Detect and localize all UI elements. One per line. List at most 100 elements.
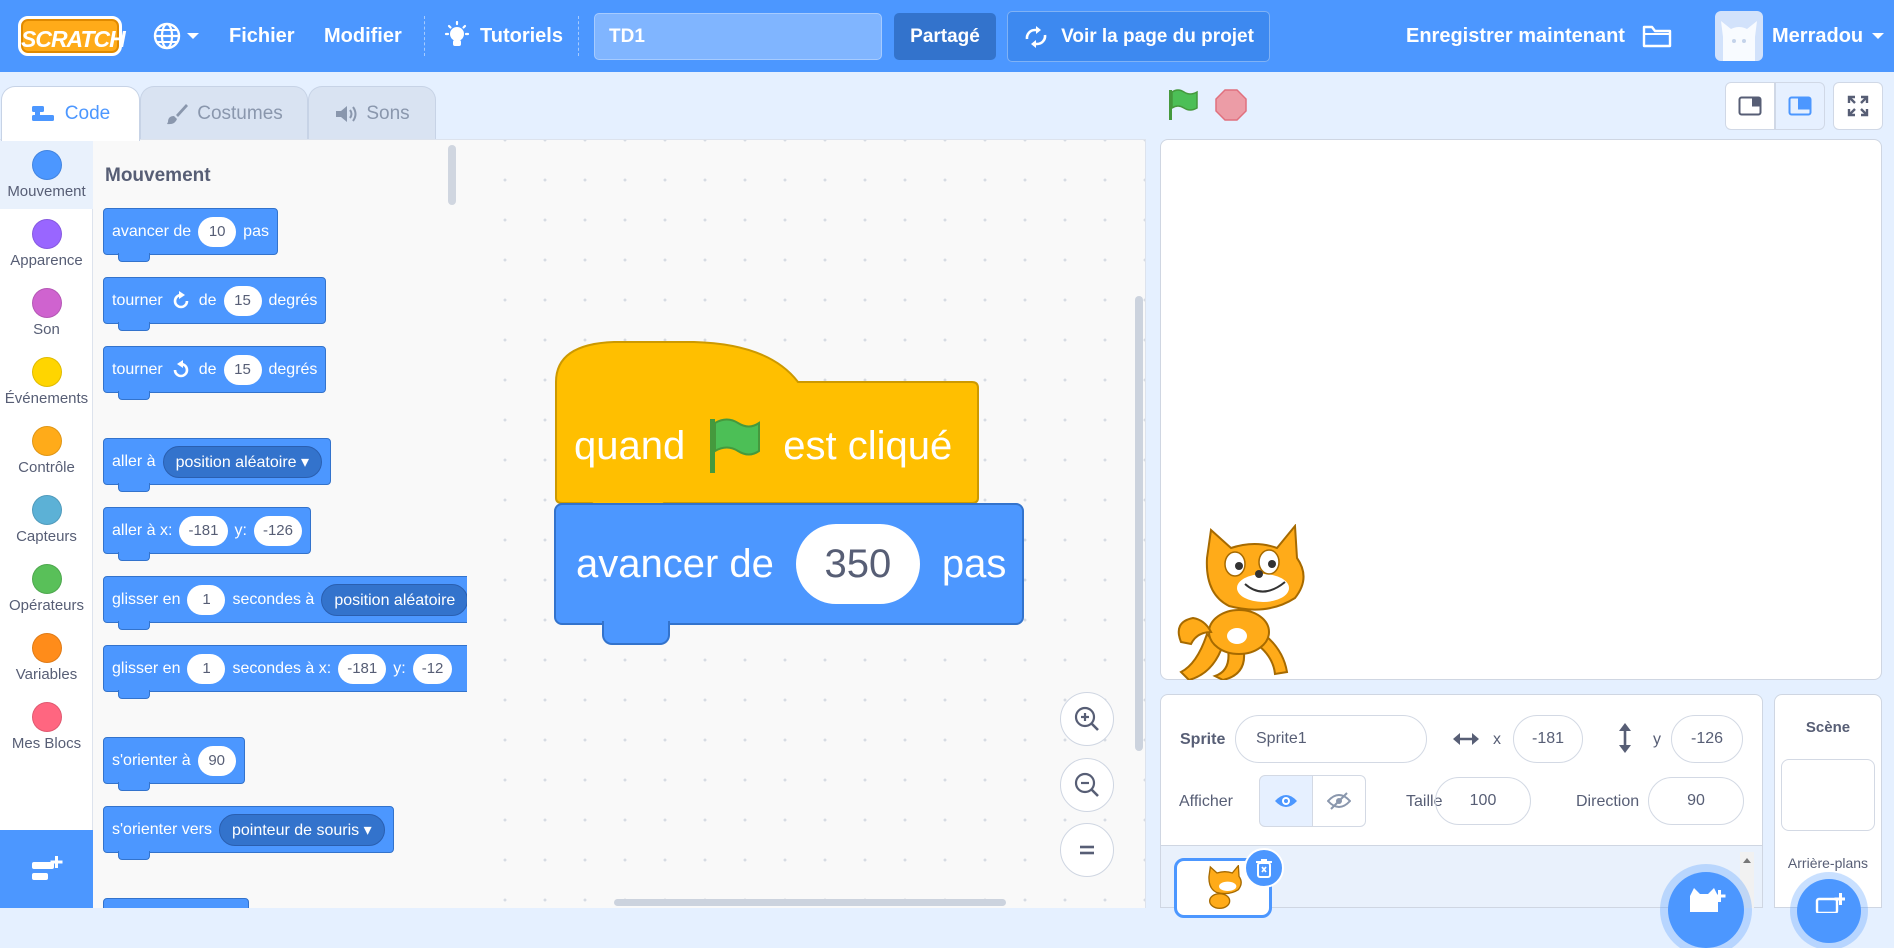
block-turn-right[interactable]: tourner de 15 degrés: [103, 277, 327, 331]
block-dropdown[interactable]: pointeur de souris ▾: [218, 813, 385, 846]
block-number-input[interactable]: 1: [187, 584, 226, 615]
size-input[interactable]: 100: [1435, 777, 1531, 825]
block-palette: Mouvement avancer de 10 pas tourner de 1…: [93, 139, 467, 908]
project-title-input[interactable]: TD1: [594, 13, 882, 60]
category-sensing[interactable]: Capteurs: [0, 485, 93, 554]
category-variables[interactable]: Variables: [0, 623, 93, 692]
dropdown-value: pointeur de souris: [231, 821, 360, 839]
speaker-icon: [336, 105, 357, 122]
chevron-down-icon: [187, 33, 199, 39]
block-number-input[interactable]: -126: [253, 515, 302, 546]
dropdown-value: position aléatoire: [175, 453, 297, 471]
script-area-horizontal-scrollbar[interactable]: [614, 899, 1006, 906]
category-label: Mouvement: [7, 183, 86, 200]
block-text: s'orienter vers: [112, 820, 212, 838]
tab-costumes[interactable]: Costumes: [140, 86, 308, 140]
block-number-input[interactable]: -12: [412, 653, 453, 684]
stop-button[interactable]: [1214, 88, 1248, 127]
my-stuff-button[interactable]: [1642, 0, 1672, 72]
green-flag-button[interactable]: [1166, 88, 1200, 127]
tab-sounds[interactable]: Sons: [308, 86, 436, 140]
x-position-input[interactable]: -181: [1513, 715, 1583, 763]
zoom-out-button[interactable]: [1060, 758, 1114, 812]
category-sound[interactable]: Son: [0, 278, 93, 347]
block-text: y:: [393, 659, 406, 677]
block-point-in-direction[interactable]: s'orienter à 90: [103, 737, 245, 791]
block-number-input[interactable]: 10: [198, 216, 237, 247]
category-events[interactable]: Événements: [0, 347, 93, 416]
block-turn-left[interactable]: tourner de 15 degrés: [103, 346, 327, 400]
block-number-input[interactable]: -181: [179, 515, 228, 546]
steps-input[interactable]: 350: [795, 524, 920, 604]
tutorials-label: Tutoriels: [480, 24, 563, 47]
block-text: secondes à: [232, 590, 315, 608]
script-area-vertical-scrollbar[interactable]: [1135, 296, 1143, 751]
see-project-page-label: Voir la page du projet: [1061, 25, 1254, 47]
block-number-input[interactable]: 1: [187, 653, 226, 684]
stage-canvas[interactable]: [1160, 139, 1882, 680]
block-partial[interactable]: [103, 898, 249, 908]
block-glide-to[interactable]: glisser en 1 secondes à position aléatoi…: [103, 576, 467, 630]
block-dropdown[interactable]: position aléatoire: [321, 583, 467, 616]
fullscreen-icon: [1847, 95, 1869, 117]
category-my-blocks[interactable]: Mes Blocs: [0, 692, 93, 761]
y-label: y: [1653, 731, 1661, 748]
save-now-button[interactable]: Enregistrer maintenant: [1406, 0, 1625, 72]
block-number-input[interactable]: -181: [338, 653, 387, 684]
category-motion[interactable]: Mouvement: [0, 140, 93, 209]
category-label: Opérateurs: [8, 597, 85, 614]
menu-edit[interactable]: Modifier: [324, 0, 402, 72]
sprite-name-input[interactable]: Sprite1: [1235, 715, 1427, 763]
block-text: s'orienter à: [112, 751, 191, 769]
block-number-input[interactable]: 15: [223, 285, 262, 316]
avatar[interactable]: [1715, 11, 1763, 61]
show-sprite-button[interactable]: [1259, 775, 1313, 827]
category-color-dot: [31, 495, 62, 525]
fullscreen-button[interactable]: [1833, 82, 1883, 130]
hide-sprite-button[interactable]: [1312, 775, 1366, 827]
add-backdrop-button[interactable]: [1797, 879, 1861, 943]
small-stage-button[interactable]: [1725, 82, 1775, 130]
category-label: Contrôle: [18, 459, 75, 476]
palette-scrollbar[interactable]: [448, 145, 456, 205]
zoom-in-button[interactable]: [1060, 692, 1114, 746]
category-looks[interactable]: Apparence: [0, 209, 93, 278]
account-menu[interactable]: Merradou: [1772, 0, 1885, 72]
eye-icon: [1275, 795, 1297, 807]
move-steps-block[interactable]: avancer de 350 pas: [554, 503, 1024, 645]
y-position-input[interactable]: -126: [1671, 715, 1743, 763]
block-move-steps[interactable]: avancer de 10 pas: [103, 208, 278, 262]
menu-divider: [578, 16, 579, 56]
tab-code[interactable]: Code: [1, 86, 140, 141]
normal-stage-icon: [1788, 96, 1812, 116]
block-dropdown[interactable]: position aléatoire ▾: [162, 445, 323, 478]
block-glide-to-xy[interactable]: glisser en 1 secondes à x: -181 y: -12: [103, 645, 467, 699]
category-color-dot: [31, 150, 62, 180]
paintbrush-icon: [167, 103, 189, 124]
menu-file[interactable]: Fichier: [229, 0, 295, 72]
zoom-reset-button[interactable]: [1060, 823, 1114, 877]
category-control[interactable]: Contrôle: [0, 416, 93, 485]
add-sprite-button[interactable]: [1668, 872, 1744, 948]
stage-thumbnail[interactable]: [1781, 759, 1875, 831]
scratch-logo[interactable]: SCRATCH: [18, 0, 126, 72]
direction-input[interactable]: 90: [1648, 777, 1744, 825]
delete-sprite-button[interactable]: [1244, 848, 1284, 888]
block-number-input[interactable]: 15: [223, 354, 262, 385]
see-project-page-button[interactable]: Voir la page du projet: [1007, 11, 1270, 62]
language-menu[interactable]: [152, 0, 202, 72]
show-label: Afficher: [1179, 793, 1233, 810]
tutorials-button[interactable]: Tutoriels: [444, 0, 563, 72]
block-go-to[interactable]: aller à position aléatoire ▾: [103, 438, 332, 492]
block-go-to-xy[interactable]: aller à x: -181 y: -126: [103, 507, 311, 561]
category-operators[interactable]: Opérateurs: [0, 554, 93, 623]
block-text: avancer de: [112, 222, 192, 240]
stage-selector[interactable]: Scène Arrière-plans: [1774, 694, 1882, 943]
add-extension-button[interactable]: [0, 830, 93, 908]
category-menu: Mouvement Apparence Son Événements Contr…: [0, 139, 93, 830]
block-point-towards[interactable]: s'orienter vers pointeur de souris ▾: [103, 806, 394, 860]
cat-sprite[interactable]: [1177, 524, 1327, 680]
block-number-input[interactable]: 90: [197, 745, 236, 776]
normal-stage-button[interactable]: [1775, 82, 1825, 130]
share-button[interactable]: Partagé: [894, 13, 996, 60]
